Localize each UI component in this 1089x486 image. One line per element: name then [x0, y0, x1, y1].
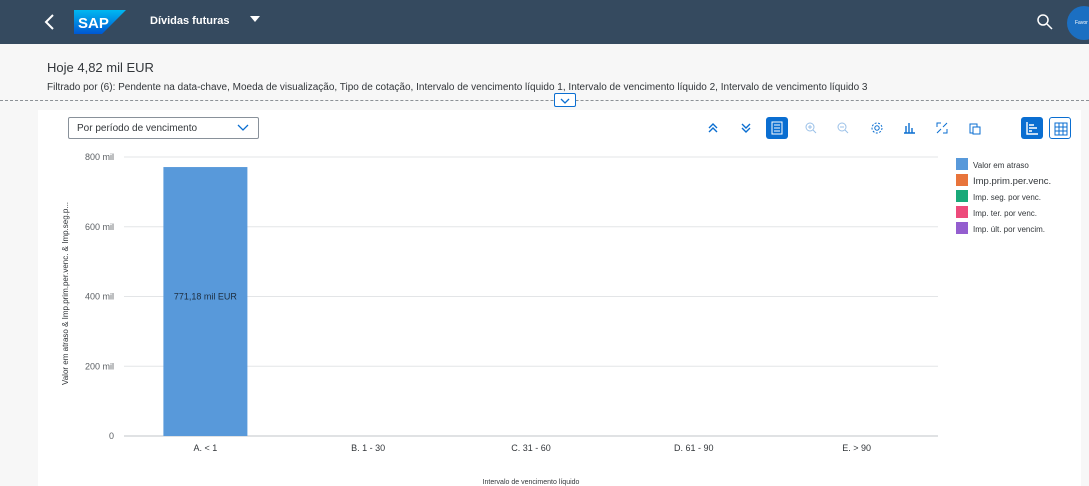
search-icon [1037, 14, 1053, 30]
filter-summary: Filtrado por (6): Pendente na data-chave… [47, 82, 868, 93]
x-tick-label: E. > 90 [842, 443, 871, 453]
app-title[interactable]: Dívidas futuras [150, 15, 229, 27]
app-menu-caret-icon[interactable] [250, 16, 260, 22]
legend-swatch [956, 190, 968, 202]
search-button[interactable] [1036, 13, 1054, 31]
logo-text: SAP [78, 15, 109, 32]
back-button[interactable] [40, 10, 60, 34]
legend-swatch [956, 222, 968, 234]
y-tick-label: 200 mil [85, 361, 114, 371]
chevron-down-icon [560, 98, 570, 104]
y-tick-label: 400 mil [85, 292, 114, 302]
legend-label: Imp. últ. por vencim. [973, 225, 1046, 234]
shell-bar: SAP Dívidas futuras Favor [0, 0, 1089, 44]
page-header: Hoje 4,82 mil EUR Filtrado por (6): Pend… [0, 44, 1089, 107]
legend-swatch [956, 206, 968, 218]
legend-swatch [956, 158, 968, 170]
x-tick-label: C. 31 - 60 [511, 443, 551, 453]
bar-chart: 0 200 mil 400 mil 600 mil 800 mil A. < 1 B. 1 … [61, 152, 938, 486]
legend-label: Valor em atraso [973, 161, 1029, 170]
chart-panel: Por período de vencimento 0 200 mil 400 mi… [38, 110, 1081, 486]
y-tick-label: 600 mil [85, 222, 114, 232]
y-tick-label: 0 [109, 431, 114, 441]
y-axis-title: Valor em atraso & Imp.prim.per.venc. & I… [61, 202, 70, 385]
sap-logo[interactable]: SAP [74, 10, 126, 34]
x-axis-title: Intervalo de vencimento líquido [483, 479, 580, 486]
kpi-value: Hoje 4,82 mil EUR [47, 60, 154, 75]
legend-label: Imp. seg. por venc. [973, 193, 1042, 202]
x-tick-label: B. 1 - 30 [351, 443, 385, 453]
header-divider [0, 100, 1089, 101]
data-label: 771,18 mil EUR [174, 292, 238, 302]
avatar[interactable]: Favor [1067, 6, 1089, 40]
y-tick-label: 800 mil [85, 152, 114, 162]
x-tick-label: D. 61 - 90 [674, 443, 714, 453]
legend-label: Imp.prim.per.venc. [973, 176, 1052, 187]
x-tick-label: A. < 1 [194, 443, 218, 453]
legend-swatch [956, 174, 968, 186]
chevron-left-icon [44, 14, 54, 30]
collapse-header-button[interactable] [554, 93, 576, 107]
legend-label: Imp. ter. por venc. [973, 209, 1038, 218]
